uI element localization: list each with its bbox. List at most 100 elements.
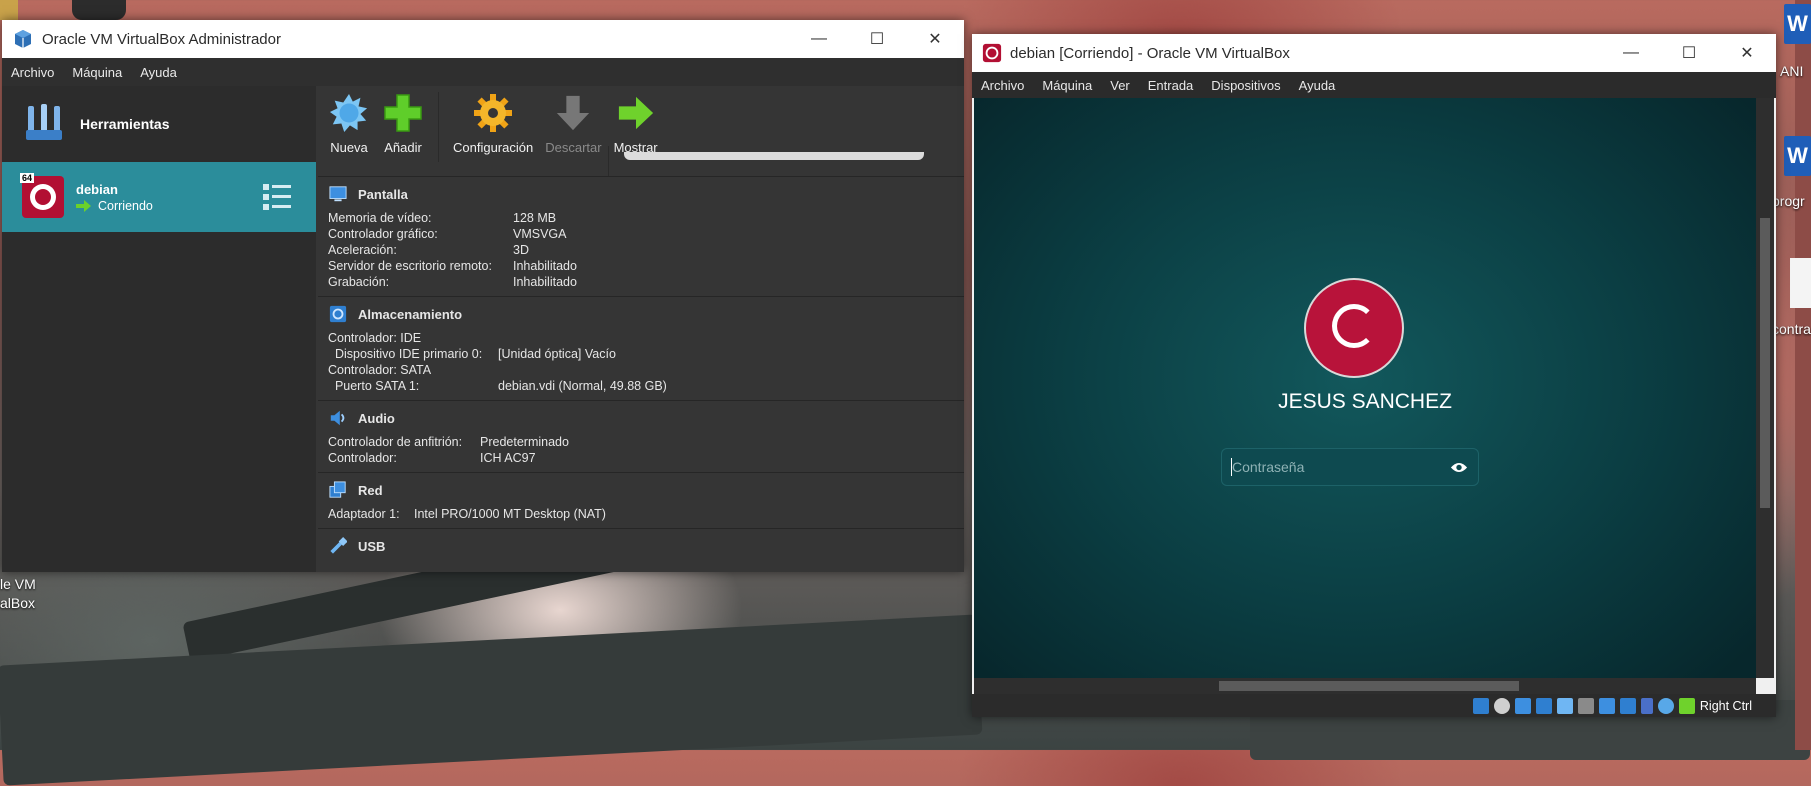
vm-maximize-button[interactable]: ☐ [1660, 34, 1718, 72]
storage-disk-icon [329, 305, 347, 323]
vm-window-title: debian [Corriendo] - Oracle VM VirtualBo… [1010, 44, 1290, 62]
vm-menu-archivo[interactable]: Archivo [981, 78, 1024, 93]
storage-key-2: Controlador: SATA [328, 363, 432, 377]
display-monitor-icon [329, 186, 347, 202]
display-key-0: Memoria de vídeo: [328, 211, 432, 225]
desktop-label-virtualbox-1: le VM [0, 576, 36, 592]
audio-val-0: Predeterminado [480, 435, 569, 449]
password-field[interactable]: Contraseña [1221, 448, 1479, 486]
manager-window-title: Oracle VM VirtualBox Administrador [42, 30, 281, 48]
debian-swirl-icon [1332, 304, 1376, 348]
mouse-integration-icon[interactable] [1678, 697, 1695, 714]
vm-list-item-debian[interactable]: 64 debian Corriendo [2, 162, 316, 232]
settings-label: Configuración [453, 140, 534, 155]
word-document-icon-2[interactable]: W [1784, 136, 1811, 176]
storage-title: Almacenamiento [358, 306, 463, 322]
manager-titlebar[interactable]: Oracle VM VirtualBox Administrador — ☐ ✕ [2, 20, 964, 58]
network-key-0: Adaptador 1: [328, 507, 400, 521]
usb-status-icon[interactable] [1556, 697, 1573, 714]
login-username: JESUS SANCHEZ [1278, 390, 1452, 413]
new-label: Nueva [330, 140, 368, 155]
word-document-icon[interactable]: W [1784, 4, 1811, 44]
display-val-2: 3D [513, 243, 529, 257]
preview-frame [624, 152, 924, 160]
host-key-label: Right Ctrl [1699, 698, 1752, 713]
vm-menubar: Archivo Máquina Ver Entrada Dispositivos… [972, 72, 1776, 98]
storage-key-0: Controlador: IDE [328, 331, 422, 345]
minimize-button[interactable]: — [790, 20, 848, 58]
guest-screen[interactable]: JESUS SANCHEZ Contraseña [974, 98, 1756, 678]
cpu-status-icon[interactable] [1657, 697, 1674, 714]
horizontal-scroll-thumb[interactable] [1219, 681, 1519, 691]
preview-strip [608, 146, 609, 176]
vm-menu-maquina[interactable]: Máquina [1042, 78, 1092, 93]
storage-val-1: [Unidad óptica] Vacío [498, 347, 616, 361]
network-status-icon[interactable] [1535, 697, 1552, 714]
audio-title: Audio [358, 410, 395, 426]
section-display: Pantalla Memoria de vídeo: 128 MB Control… [318, 176, 964, 296]
shared-folders-icon[interactable] [1577, 697, 1594, 714]
storage-val-3: debian.vdi (Normal, 49.88 GB) [498, 379, 667, 393]
vm-titlebar[interactable]: debian [Corriendo] - Oracle VM VirtualBo… [972, 34, 1776, 72]
vm-menu-ayuda[interactable]: Ayuda [1299, 78, 1336, 93]
vm-statusbar: Right Ctrl [972, 694, 1776, 717]
vm-menu-ver[interactable]: Ver [1110, 78, 1130, 93]
audio-speaker-icon [330, 410, 345, 426]
desktop-app-icon-2[interactable] [0, 0, 18, 20]
machine-list-panel: Herramientas 64 debian Corriendo [2, 86, 316, 572]
storage-status-icon[interactable] [1472, 697, 1489, 714]
show-button[interactable]: Mostrar [608, 86, 664, 155]
show-arrow-icon [618, 96, 653, 130]
vm-runtime-window[interactable]: debian [Corriendo] - Oracle VM VirtualBo… [972, 34, 1776, 717]
virtualbox-manager-window[interactable]: Oracle VM VirtualBox Administrador — ☐ ✕… [2, 20, 964, 572]
vm-menu-dispositivos[interactable]: Dispositivos [1211, 78, 1280, 93]
vm-minimize-button[interactable]: — [1602, 34, 1660, 72]
display-status-icon[interactable] [1598, 697, 1615, 714]
section-network: Red Adaptador 1: Intel PRO/1000 MT Deskto… [318, 472, 964, 528]
debian-os-icon: 64 [20, 173, 64, 218]
menu-archivo[interactable]: Archivo [11, 65, 54, 80]
user-avatar[interactable] [1304, 278, 1404, 378]
display-key-3: Servidor de escritorio remoto: [328, 259, 492, 273]
discard-label: Descartar [545, 140, 602, 155]
vertical-scrollbar[interactable] [1756, 98, 1774, 678]
new-button[interactable]: Nueva [322, 86, 376, 155]
discard-button[interactable]: Descartar [539, 86, 607, 155]
audio-val-1: ICH AC97 [480, 451, 536, 465]
show-password-eye-icon[interactable] [1450, 461, 1468, 474]
horizontal-scrollbar[interactable] [974, 678, 1756, 694]
menu-ayuda[interactable]: Ayuda [140, 65, 177, 80]
desktop-label-ani: ANI [1780, 63, 1804, 79]
display-val-4: Inhabilitado [513, 275, 577, 289]
settings-button[interactable]: Configuración [447, 86, 539, 155]
tools-label: Herramientas [80, 116, 170, 132]
vm-close-button[interactable]: ✕ [1718, 34, 1776, 72]
desktop-label-contra: contra [1772, 321, 1811, 337]
new-star-icon [329, 93, 368, 133]
add-button[interactable]: Añadir [376, 86, 430, 155]
section-usb: USB [318, 528, 964, 564]
section-audio: Audio Controlador de anfitrión: Predeterm… [318, 400, 964, 472]
desktop-file-icon[interactable] [1790, 258, 1811, 308]
password-placeholder: Contraseña [1232, 459, 1305, 475]
optical-drive-icon[interactable] [1493, 697, 1510, 714]
desktop-app-icon[interactable] [72, 0, 126, 20]
video-capture-icon[interactable] [1619, 697, 1636, 714]
storage-key-1: Dispositivo IDE primario 0: [328, 347, 483, 361]
settings-gear-icon [474, 94, 513, 132]
audio-status-icon[interactable] [1514, 697, 1531, 714]
network-title: Red [358, 482, 383, 498]
virtualization-icon[interactable] [1640, 697, 1653, 714]
vm-menu-entrada[interactable]: Entrada [1148, 78, 1194, 93]
vertical-scroll-thumb[interactable] [1760, 218, 1770, 508]
close-button[interactable]: ✕ [906, 20, 964, 58]
display-key-2: Aceleración: [328, 243, 397, 257]
desktop-label-progr: progr [1772, 193, 1805, 209]
running-arrow-icon [76, 199, 91, 212]
display-val-1: VMSVGA [513, 227, 567, 241]
debian-vm-logo-icon [982, 43, 1002, 63]
details-menu-icon[interactable] [262, 182, 292, 212]
menu-maquina[interactable]: Máquina [72, 65, 122, 80]
tools-item[interactable]: Herramientas [2, 86, 316, 162]
maximize-button[interactable]: ☐ [848, 20, 906, 58]
